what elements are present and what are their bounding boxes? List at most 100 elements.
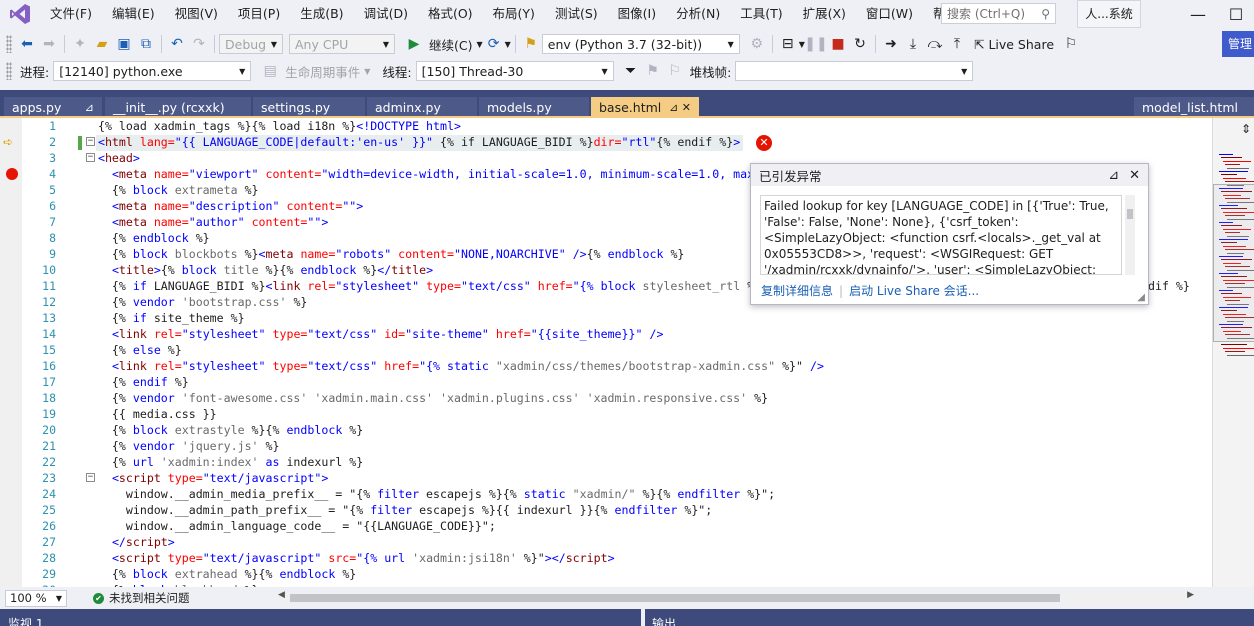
flag-icon[interactable]: ⚐ [664,60,686,82]
code-line[interactable]: window.__admin_path_prefix__ = "{% filte… [84,502,1212,518]
code-line[interactable]: <script type="text/javascript"> − [84,470,1212,486]
flag-threads-icon[interactable]: ⚑ [642,60,664,82]
process-select[interactable]: [12140] python.exe ▼ [53,61,252,81]
feedback-icon[interactable]: ⚐ [1060,33,1082,55]
stop-icon[interactable]: ■ [827,33,849,55]
pin-icon[interactable]: ⊿ [1108,168,1119,183]
code-line[interactable]: window.__admin_language_code__ = "{{LANG… [84,518,1212,534]
pin-icon[interactable]: ⊿ [85,98,94,118]
scroll-thumb[interactable] [290,594,1060,602]
code-line[interactable]: </script> [84,534,1212,550]
environment-select[interactable]: env (Python 3.7 (32-bit)) ▼ [541,34,740,54]
code-line[interactable]: {% url 'xadmin:index' as indexurl %} [84,454,1212,470]
error-icon[interactable]: ✕ [756,135,772,151]
step-out-icon[interactable]: ⤒ [946,33,968,55]
breakpoint-icon[interactable] [6,168,18,180]
menu-item[interactable]: 工具(T) [730,0,792,28]
menu-item[interactable]: 扩展(X) [793,0,856,28]
tab-adminx-py[interactable]: adminx.py [367,97,477,118]
continue-icon[interactable]: ▶ [403,33,425,55]
menu-item[interactable]: 调试(D) [354,0,418,28]
redo-icon[interactable]: ↷ [188,33,210,55]
code-line[interactable]: {% else %} [84,342,1212,358]
code-line[interactable]: window.__admin_media_prefix__ = "{% filt… [84,486,1212,502]
back-icon[interactable]: ⬅ [16,33,38,55]
tab-models-py[interactable]: models.py [479,97,589,118]
tab-apps-py[interactable]: apps.py ⊿ [4,97,102,118]
close-icon[interactable]: ✕ [1129,168,1140,183]
search-input[interactable]: 搜索 (Ctrl+Q) ⚲ [941,3,1056,24]
code-line[interactable]: {% if site_theme %} [84,310,1212,326]
code-line[interactable]: {% endif %} [84,374,1212,390]
tab-base-html[interactable]: base.html ⊿ ✕ [591,97,699,118]
pin-close-icon[interactable]: ⊿ ✕ [669,98,691,118]
menu-item[interactable]: 文件(F) [40,0,102,28]
layout-icon[interactable]: ⊟ [777,33,799,55]
admin-button[interactable]: 管理 [1222,31,1254,57]
undo-icon[interactable]: ↶ [166,33,188,55]
menu-item[interactable]: 视图(V) [165,0,228,28]
code-line[interactable]: {% block extrastyle %}{% endblock %} [84,422,1212,438]
menu-item[interactable]: 分析(N) [666,0,730,28]
issues-indicator[interactable]: ✔ 未找到相关问题 [93,590,190,606]
minimize-icon[interactable]: — [1180,0,1216,28]
maximize-icon[interactable]: ☐ [1218,0,1254,28]
live-share-button[interactable]: ⇱ Live Share [968,37,1060,52]
toolbar-grip[interactable] [6,62,12,80]
tab-model-list-html[interactable]: model_list.html [1134,97,1254,118]
menu-item[interactable]: 编辑(E) [102,0,165,28]
menu-item[interactable]: 测试(S) [545,0,608,28]
restart-icon[interactable]: ↻ [849,33,871,55]
open-folder-icon[interactable]: ▰ [91,33,113,55]
thread-select[interactable]: [150] Thread-30 ▼ [415,61,614,81]
vertical-scrollbar-minimap[interactable]: ⇕ [1212,118,1254,587]
menu-item[interactable]: 布局(Y) [483,0,545,28]
zoom-select[interactable]: 100 % ▼ [5,589,67,607]
save-icon[interactable]: ▣ [113,33,135,55]
python-env-icon[interactable]: ⚑ [520,33,542,55]
visual-studio-logo-icon[interactable] [0,0,40,28]
tab-init-py[interactable]: __init__.py (rcxxk) [105,97,251,118]
code-line[interactable]: <script type="text/javascript" src="{% u… [84,550,1212,566]
stack-frame-select[interactable]: ▼ [735,61,974,81]
new-item-icon[interactable]: ✦ [69,33,91,55]
show-next-statement-icon[interactable]: ➜ [880,33,902,55]
configuration-select[interactable]: Debug ▼ [219,34,283,54]
fold-toggle-icon[interactable]: − [86,153,95,162]
code-line[interactable]: {% load xadmin_tags %}{% load i18n %}<!D… [84,118,1212,134]
code-line[interactable]: <link rel="stylesheet" type="text/css" h… [84,358,1212,374]
code-line[interactable]: {% vendor 'font-awesome.css' 'xadmin.mai… [84,390,1212,406]
menu-item[interactable]: 格式(O) [418,0,483,28]
menu-item[interactable]: 图像(I) [608,0,666,28]
minimap[interactable] [1213,152,1254,372]
copy-details-link[interactable]: 复制详细信息 [761,282,833,299]
step-over-icon[interactable]: ⤼ [924,33,946,55]
fold-toggle-icon[interactable]: − [86,137,95,146]
glyph-margin[interactable] [0,118,22,587]
filter-icon[interactable]: ⏷ [620,60,642,82]
toolbar-grip[interactable] [6,35,12,53]
scroll-right-icon[interactable]: ▶ [1187,590,1194,600]
code-line[interactable]: <link rel="stylesheet" type="text/css" i… [84,326,1212,342]
code-line[interactable]: {% vendor 'jquery.js' %} [84,438,1212,454]
lifecycle-icon[interactable]: ▤ [259,60,281,82]
forward-icon[interactable]: ➡ [38,33,60,55]
code-line[interactable]: {{ media.css }} [84,406,1212,422]
fold-toggle-icon[interactable]: − [86,473,95,482]
resize-grip-icon[interactable]: ◢ [1137,292,1145,303]
horizontal-scrollbar[interactable]: ◀ ▶ [276,590,1196,604]
watch-panel-title[interactable]: 监视 1 [8,615,43,626]
tab-settings-py[interactable]: settings.py [253,97,365,118]
process-icon[interactable]: ⚙ [746,33,768,55]
solution-name[interactable]: 人...系统 [1077,0,1141,28]
minimap-viewport[interactable] [1213,184,1254,342]
menu-item[interactable]: 生成(B) [290,0,353,28]
menu-item[interactable]: 项目(P) [228,0,290,28]
pause-icon[interactable]: ❚❚ [804,33,827,55]
start-live-share-link[interactable]: 启动 Live Share 会话... [849,282,979,299]
scroll-left-icon[interactable]: ◀ [278,590,285,600]
refresh-icon[interactable]: ⟳ [483,33,505,55]
code-line[interactable]: <html lang="{{ LANGUAGE_CODE|default:'en… [84,134,1212,150]
platform-select[interactable]: Any CPU ▼ [289,34,395,54]
continue-button[interactable]: 继续(C) [425,35,476,54]
